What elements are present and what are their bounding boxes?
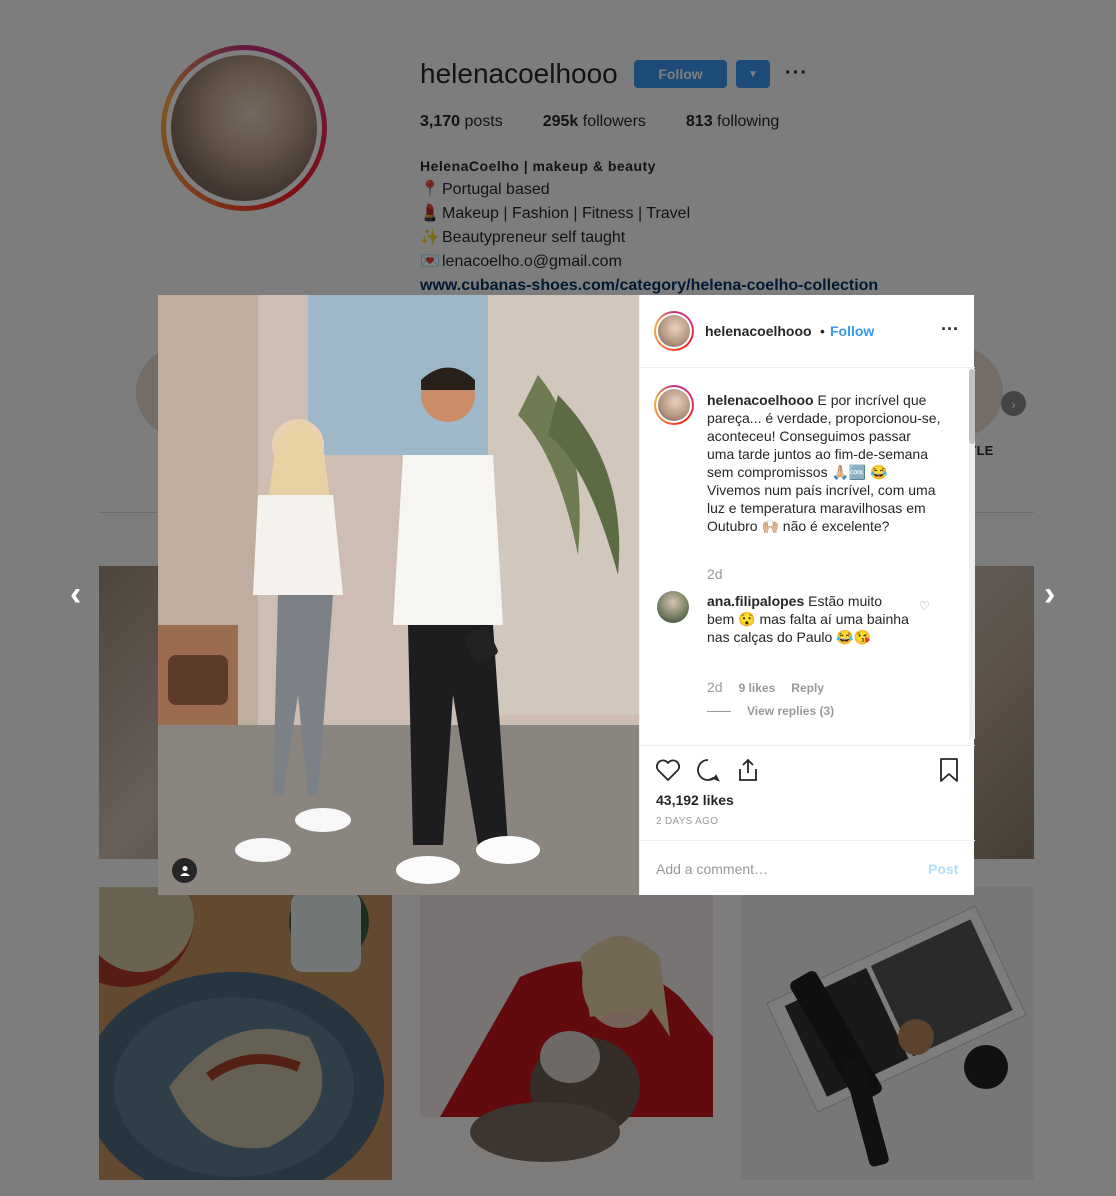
chevron-right-icon[interactable]: › bbox=[1044, 575, 1055, 614]
comment: ana.filipalopes Estão muito bem 😯 mas fa… bbox=[707, 592, 912, 646]
post-sidebar: helenacoelhooo • Follow ··· helenacoelho… bbox=[639, 295, 975, 895]
post-image[interactable] bbox=[158, 295, 639, 895]
comment-meta: 2d 9 likes Reply bbox=[707, 679, 824, 695]
post-caption: helenacoelhooo E por incrível que pareça… bbox=[707, 391, 942, 535]
heart-icon[interactable] bbox=[654, 756, 682, 784]
header-follow-link[interactable]: Follow bbox=[830, 323, 874, 339]
user-tag-icon[interactable] bbox=[172, 858, 197, 883]
caption-username[interactable]: helenacoelhooo bbox=[707, 392, 814, 408]
scrollbar-thumb[interactable] bbox=[969, 369, 975, 444]
author-username[interactable]: helenacoelhooo bbox=[705, 323, 812, 339]
share-icon[interactable] bbox=[734, 756, 762, 784]
view-replies-button[interactable]: View replies (3) bbox=[707, 704, 834, 718]
post-date[interactable]: 2 DAYS AGO bbox=[656, 816, 718, 827]
more-options-button[interactable]: ··· bbox=[941, 319, 959, 340]
comment-input[interactable]: Add a comment… bbox=[656, 861, 768, 877]
likes-count[interactable]: 43,192 likes bbox=[656, 792, 734, 808]
caption-avatar[interactable] bbox=[654, 385, 694, 425]
commenter-username[interactable]: ana.filipalopes bbox=[707, 593, 804, 609]
caption-text: E por incrível que pareça... é verdade, … bbox=[707, 392, 941, 534]
post-actions: 43,192 likes 2 DAYS AGO bbox=[640, 745, 975, 841]
comment-timestamp[interactable]: 2d bbox=[707, 679, 723, 695]
comment-like-heart-icon[interactable]: ♡ bbox=[919, 599, 930, 613]
add-comment-bar: Add a comment… Post bbox=[640, 840, 975, 896]
separator-dot: • bbox=[820, 323, 825, 339]
caption-timestamp[interactable]: 2d bbox=[707, 566, 723, 582]
post-header: helenacoelhooo • Follow ··· bbox=[640, 295, 975, 368]
bookmark-icon[interactable] bbox=[935, 756, 963, 784]
chevron-left-icon[interactable]: ‹ bbox=[70, 575, 81, 614]
comments-section[interactable]: helenacoelhooo E por incrível que pareça… bbox=[640, 367, 975, 745]
author-avatar[interactable] bbox=[654, 311, 694, 351]
post-comment-button[interactable]: Post bbox=[928, 861, 958, 877]
comment-likes[interactable]: 9 likes bbox=[739, 681, 776, 695]
post-modal: helenacoelhooo • Follow ··· helenacoelho… bbox=[158, 295, 975, 895]
commenter-avatar[interactable] bbox=[657, 591, 689, 623]
comment-icon[interactable] bbox=[694, 756, 722, 784]
reply-button[interactable]: Reply bbox=[791, 681, 824, 695]
replies-line bbox=[707, 710, 731, 712]
scrollbar[interactable] bbox=[969, 369, 975, 739]
